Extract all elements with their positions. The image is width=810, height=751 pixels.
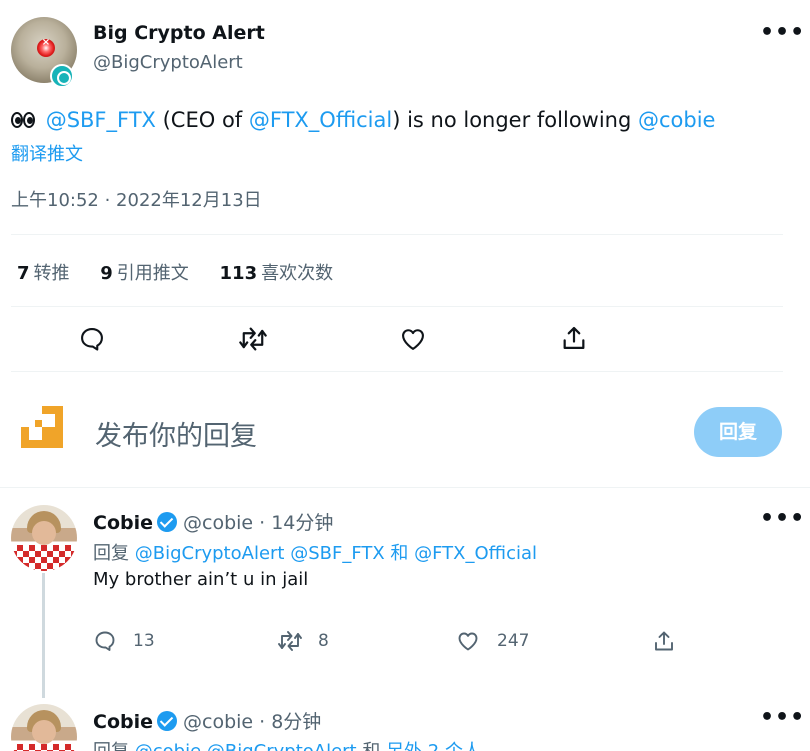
verified-check-icon <box>157 711 177 731</box>
tweet-text-part: ) is no longer following <box>392 108 638 132</box>
divider <box>11 371 783 372</box>
reply-mentions[interactable]: @BigCryptoAlert @SBF_FTX <box>135 543 385 564</box>
divider <box>11 306 783 307</box>
reply-input[interactable]: 发布你的回复 <box>95 414 257 453</box>
reply-like-action[interactable]: 247 <box>456 629 529 658</box>
author-handle[interactable]: @BigCryptoAlert <box>93 52 243 73</box>
more-options-icon[interactable]: ••• <box>760 707 805 729</box>
reply-text: My brother ain’t u in jail <box>93 569 309 590</box>
divider <box>0 487 810 488</box>
reply-header: Cobie @cobie · 8分钟 <box>93 707 321 734</box>
mention-cobie[interactable]: @cobie <box>638 108 715 132</box>
badge-icon <box>50 64 74 88</box>
tweet-text-part: (CEO of <box>155 108 249 132</box>
more-options-icon[interactable]: ••• <box>760 22 805 44</box>
reply-author-name[interactable]: Cobie <box>93 512 153 534</box>
reply-mentions[interactable]: @cobie @BigCryptoAlert <box>135 741 357 751</box>
reply-count: 13 <box>133 631 155 651</box>
mention-ftx[interactable]: @FTX_Official <box>249 108 392 132</box>
replying-to: 回复 @cobie @BigCryptoAlert 和 另外 2 个人 <box>93 737 481 751</box>
eyes-emoji-icon <box>11 108 39 132</box>
like-count: 247 <box>497 631 530 651</box>
reply-avatar[interactable] <box>11 704 77 751</box>
mention-sbf[interactable]: @SBF_FTX <box>46 108 156 132</box>
tweet-timestamp[interactable]: 上午10:52 · 2022年12月13日 <box>11 186 262 212</box>
tweet-text: @SBF_FTX (CEO of @FTX_Official) is no lo… <box>11 108 715 132</box>
reply-header: Cobie @cobie · 14分钟 <box>93 508 333 535</box>
reply-icon[interactable] <box>78 325 106 353</box>
translate-link[interactable]: 翻译推文 <box>11 140 83 166</box>
tweet-stats: 7 转推 9 引用推文 113 喜欢次数 <box>17 259 358 285</box>
retweet-icon[interactable] <box>238 325 268 353</box>
likes-stat[interactable]: 113 喜欢次数 <box>220 263 334 284</box>
reply-author-name[interactable]: Cobie <box>93 711 153 733</box>
replying-to: 回复 @BigCryptoAlert @SBF_FTX 和 @FTX_Offic… <box>93 543 538 564</box>
author-name[interactable]: Big Crypto Alert <box>93 22 265 44</box>
reply-mentions[interactable]: 另外 2 个人 <box>386 741 481 751</box>
reply-retweet-action[interactable]: 8 <box>276 629 329 658</box>
reply-handle-time[interactable]: @cobie · 14分钟 <box>183 512 333 534</box>
like-icon[interactable] <box>399 325 427 353</box>
more-options-icon[interactable]: ••• <box>760 508 805 530</box>
retweet-count: 8 <box>318 631 329 651</box>
reply-avatar[interactable] <box>11 505 77 571</box>
reply-button[interactable]: 回复 <box>694 407 782 457</box>
quotes-stat[interactable]: 9 引用推文 <box>100 263 189 284</box>
user-logo-icon[interactable] <box>21 406 63 448</box>
thread-line <box>42 573 45 698</box>
verified-check-icon <box>157 512 177 532</box>
reply-share-action[interactable] <box>652 629 676 658</box>
retweets-stat[interactable]: 7 转推 <box>17 263 70 284</box>
reply-handle-time[interactable]: @cobie · 8分钟 <box>183 711 321 733</box>
eye-x-icon: × <box>41 37 51 48</box>
divider <box>11 234 783 235</box>
reply-mentions[interactable]: @FTX_Official <box>414 543 537 564</box>
share-icon[interactable] <box>560 324 588 352</box>
reply-comment-action[interactable]: 13 <box>93 629 155 658</box>
